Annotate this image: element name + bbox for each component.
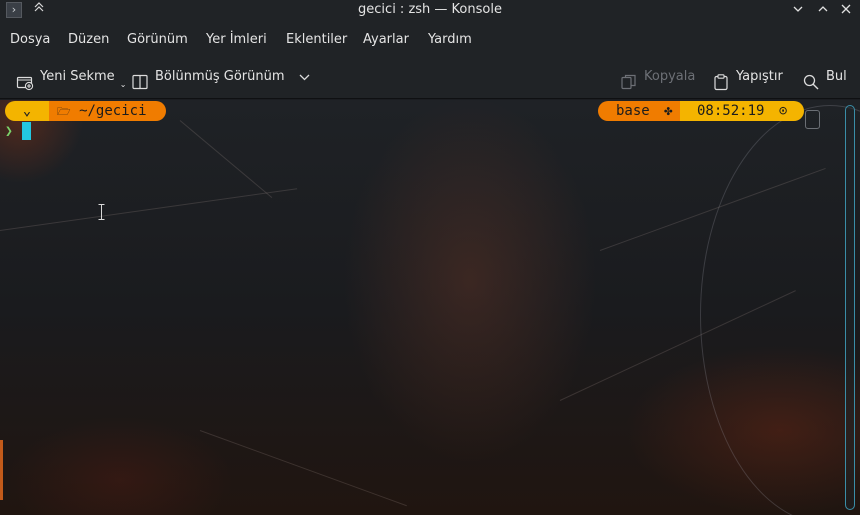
mouse-ibeam-cursor-icon (98, 204, 105, 220)
background-planet (700, 105, 860, 515)
find-button[interactable]: Bul (802, 57, 847, 99)
paste-button[interactable]: Yapıştır (712, 57, 783, 99)
terminal-overlay-indicator (805, 110, 820, 129)
prompt-env-name: base (616, 103, 650, 119)
prompt-directory-segment: 🗁 ~/gecici (49, 101, 166, 121)
title-bar: › gecici : zsh — Konsole (0, 0, 860, 22)
split-view-button[interactable]: Bölünmüş Görünüm (131, 57, 310, 99)
background-ember (0, 440, 3, 500)
new-tab-button[interactable]: Yeni Sekme ⌄ (16, 57, 126, 99)
background-streak (0, 188, 298, 231)
menu-bar: Dosya Düzen Görünüm Yer İmleri Eklentile… (0, 22, 860, 57)
copy-label: Kopyala (644, 69, 696, 84)
copy-button[interactable]: Kopyala (620, 57, 695, 99)
keep-above-icon[interactable] (30, 1, 48, 19)
maximize-icon[interactable] (813, 1, 833, 21)
prompt-char: ❯ (5, 124, 13, 139)
menu-yer-imleri[interactable]: Yer İmleri (206, 22, 267, 57)
search-icon (802, 68, 820, 90)
dropdown-indicator-icon: ⌄ (119, 79, 127, 89)
terminal-scrollbar[interactable] (845, 105, 855, 510)
menu-ayarlar[interactable]: Ayarlar (363, 22, 409, 57)
python-icon: ✤ (664, 103, 673, 119)
prompt-env-segment: base ✤ (598, 101, 680, 121)
prompt-directory: ~/gecici (79, 103, 147, 119)
text-cursor (22, 122, 31, 140)
find-label: Bul (826, 69, 847, 84)
minimize-icon[interactable] (788, 1, 808, 21)
menu-dosya[interactable]: Dosya (10, 22, 50, 57)
paste-icon (712, 68, 730, 91)
menu-duzen[interactable]: Düzen (68, 22, 109, 57)
split-view-icon (131, 68, 149, 90)
new-tab-icon (16, 68, 34, 91)
konsole-app-icon[interactable]: › (6, 2, 22, 18)
copy-icon (620, 68, 638, 90)
window-title: gecici : zsh — Konsole (358, 2, 502, 17)
background-streak (179, 120, 273, 199)
menu-yardim[interactable]: Yardım (428, 22, 472, 57)
menu-gorunum[interactable]: Görünüm (127, 22, 188, 57)
menu-eklentiler[interactable]: Eklentiler (286, 22, 347, 57)
prompt-os-glyph: ⌄ (22, 103, 32, 119)
prompt-time: 08:52:19 (697, 103, 765, 119)
new-tab-label: Yeni Sekme (40, 69, 115, 84)
prompt-time-segment: 08:52:19 ⊙ (680, 101, 804, 121)
chevron-down-icon[interactable] (299, 70, 310, 85)
prompt-os-segment: ⌄ (5, 101, 49, 121)
folder-icon: 🗁 (57, 105, 71, 118)
terminal-view[interactable]: ⌄ 🗁 ~/gecici base ✤ 08:52:19 ⊙ ❯ (0, 100, 860, 515)
background-streak (199, 430, 407, 507)
paste-label: Yapıştır (736, 69, 783, 84)
clock-icon: ⊙ (778, 103, 788, 119)
toolbar: Yeni Sekme ⌄ Bölünmüş Görünüm Kopyala Ya… (0, 57, 860, 99)
close-icon[interactable] (836, 1, 856, 21)
split-view-label: Bölünmüş Görünüm (155, 69, 285, 84)
